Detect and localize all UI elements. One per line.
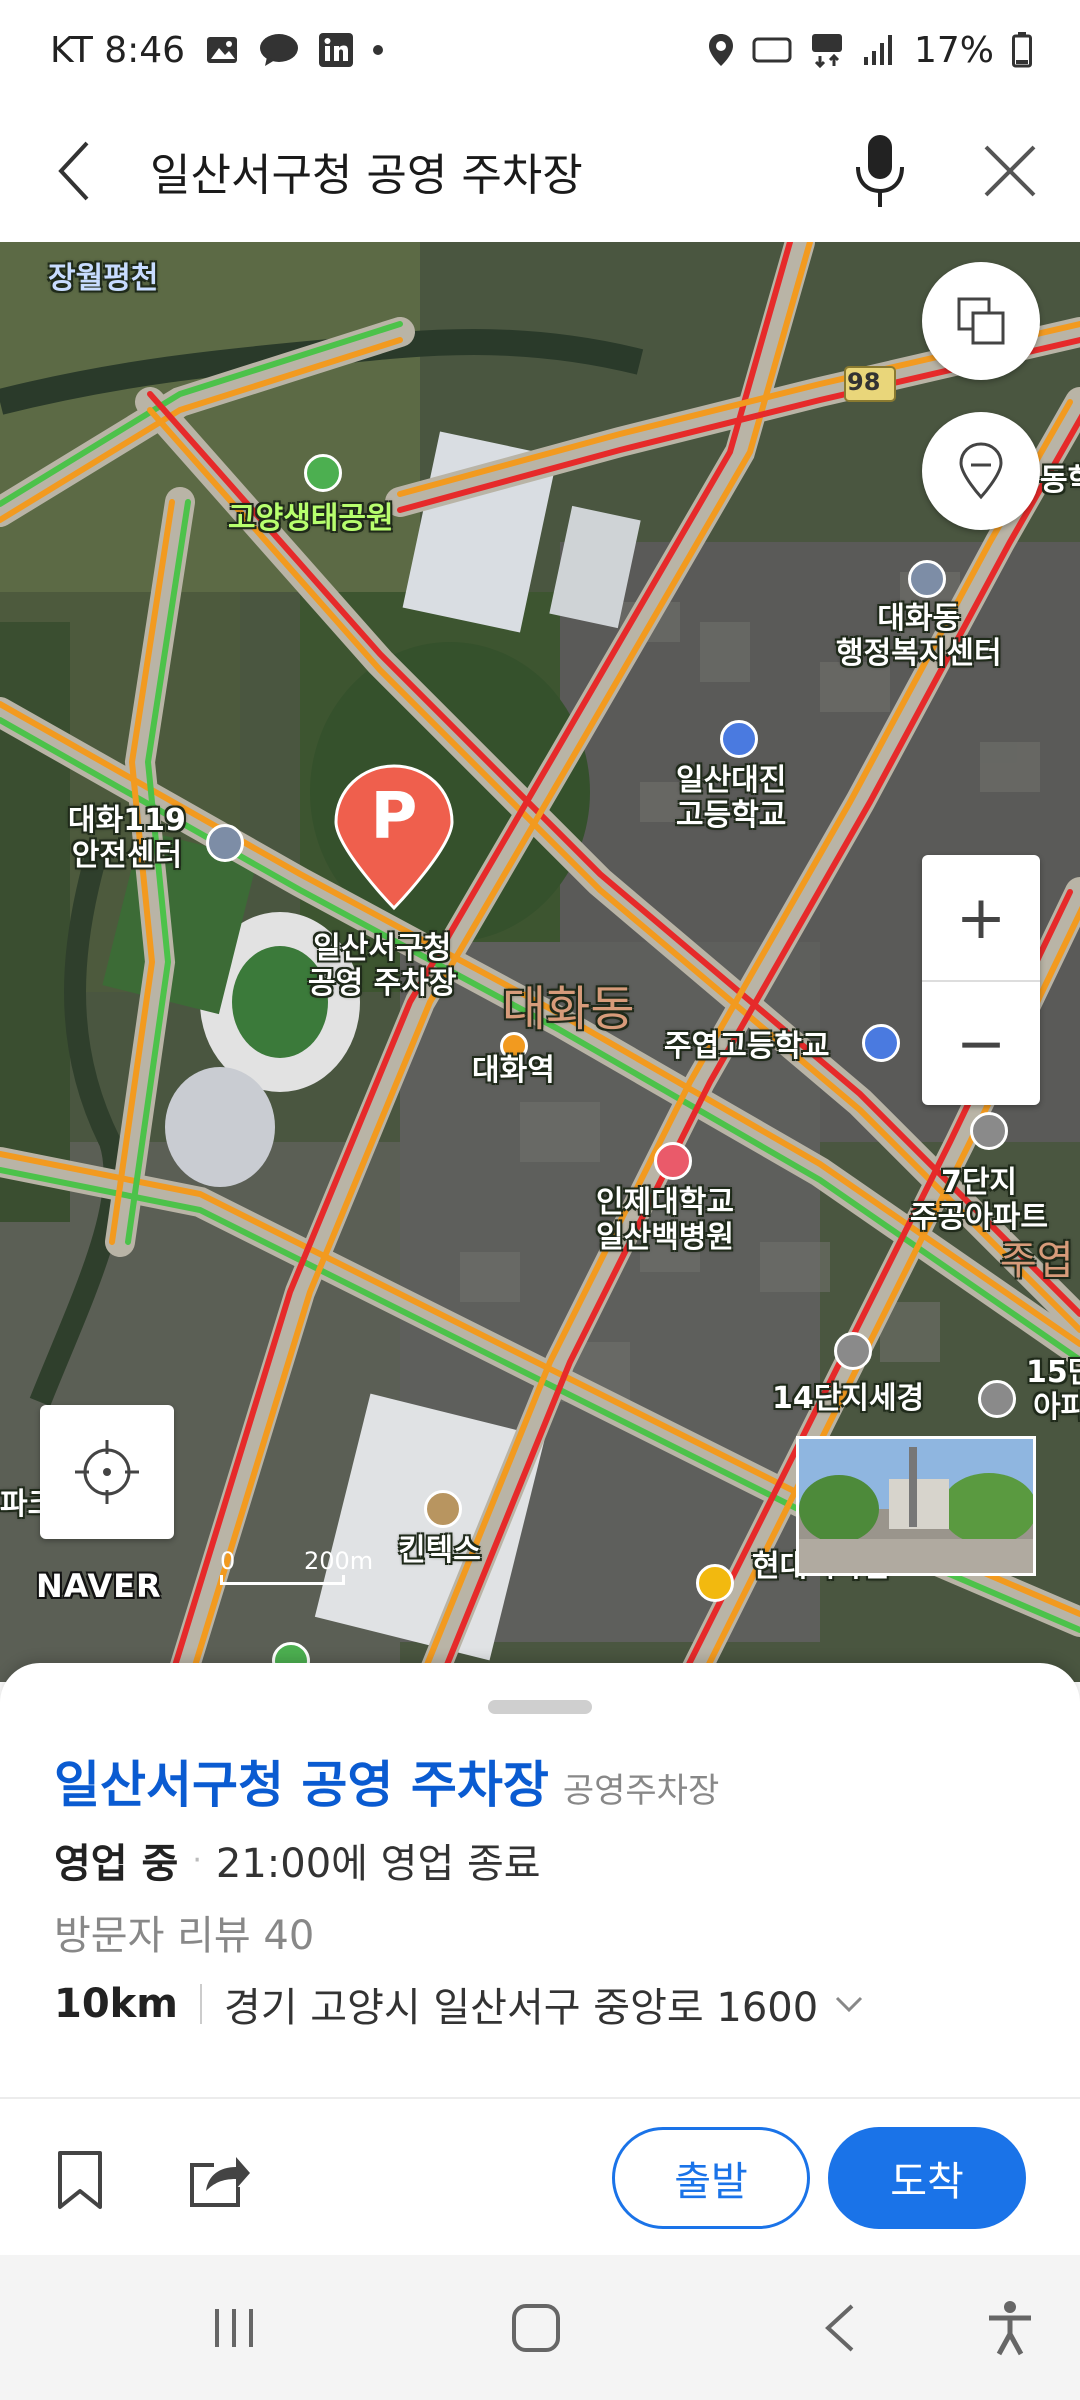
- place-name[interactable]: 일산서구청 공영 주차장: [54, 1745, 549, 1817]
- map-label-parking[interactable]: 일산서구청 공영 주차장: [308, 931, 456, 1001]
- recent-apps-icon: [215, 2308, 253, 2347]
- signal-icon: [862, 33, 896, 67]
- street-view-image: [799, 1439, 1033, 1573]
- current-location-button[interactable]: [40, 1405, 174, 1539]
- map-label-ecopark[interactable]: 고양생태공원: [228, 501, 394, 537]
- action-bar: 출발 도착: [0, 2099, 1080, 2255]
- layers-icon: [957, 297, 1005, 345]
- map-label-jangwol: 장월평천: [48, 261, 159, 296]
- back-arrow-icon: [58, 141, 89, 201]
- map-label-ilsan-hs[interactable]: 일산대진 고등학교: [676, 763, 786, 833]
- map-label-station[interactable]: 대화역: [472, 1053, 555, 1089]
- map-label-fire-station[interactable]: 대화119 안전센터: [68, 803, 186, 873]
- map-label-vocational-hs[interactable]: 주엽고등학교: [664, 1029, 830, 1065]
- parking-pin-letter: P: [370, 780, 418, 854]
- parking-marker[interactable]: P: [332, 762, 456, 912]
- chevron-down-icon[interactable]: [834, 1994, 864, 2014]
- address-row[interactable]: 10km 경기 고양시 일산서구 중앙로 1600: [54, 1975, 864, 2033]
- microphone-icon: [856, 135, 904, 207]
- close-icon: [984, 145, 1036, 197]
- map-view[interactable]: 98 장월평천 고양생태공원 대화동 행정복지센터 일산대진 고등학교 대화11…: [0, 242, 1080, 1682]
- share-button[interactable]: [188, 2149, 258, 2213]
- system-back-button[interactable]: [770, 2255, 910, 2400]
- map-label-partial-right-2: 주엽: [1000, 1238, 1074, 1284]
- battery-percent: 17%: [913, 29, 994, 71]
- street-view-thumbnail[interactable]: [796, 1436, 1036, 1576]
- closing-time: 21:00에 영업 종료: [215, 1841, 541, 1887]
- distance: 10km: [54, 1981, 178, 2027]
- hours-separator: ·: [192, 1842, 202, 1878]
- crosshair-icon: [75, 1440, 139, 1504]
- home-button[interactable]: [466, 2255, 606, 2400]
- talk-icon: [259, 33, 299, 67]
- scale-distance-label: 200m: [304, 1547, 374, 1575]
- arrive-button[interactable]: 도착: [828, 2127, 1026, 2229]
- accessibility-button[interactable]: [940, 2255, 1080, 2400]
- map-layers-button[interactable]: [922, 262, 1040, 380]
- apartment-poi-icon-3[interactable]: [978, 1380, 1016, 1418]
- naver-logo: NAVER: [36, 1567, 162, 1605]
- battery-icon: [1012, 32, 1032, 68]
- shopping-poi-icon[interactable]: [696, 1564, 734, 1602]
- zoom-controls: + −: [922, 855, 1040, 1105]
- government-poi-icon[interactable]: [908, 560, 946, 598]
- around-me-button[interactable]: [922, 412, 1040, 530]
- map-label-partial-right-3: 15단 아파: [1026, 1355, 1080, 1425]
- recent-apps-button[interactable]: [164, 2255, 304, 2400]
- place-title-row: 일산서구청 공영 주차장 공영주차장: [54, 1745, 719, 1817]
- map-label-daehwa-office[interactable]: 대화동 행정복지센터: [836, 601, 1002, 671]
- status-time: KT 8:46: [50, 29, 186, 71]
- home-icon: [512, 2303, 560, 2352]
- sheet-drag-handle[interactable]: [488, 1700, 592, 1714]
- apartment-poi-icon-2[interactable]: [834, 1332, 872, 1370]
- visitor-reviews[interactable]: 방문자 리뷰 40: [54, 1903, 314, 1961]
- back-chevron-icon: [825, 2304, 854, 2351]
- school-poi-icon[interactable]: [720, 720, 758, 758]
- business-hours-row[interactable]: 영업 중 · 21:00에 영업 종료: [54, 1831, 541, 1889]
- depart-button[interactable]: 출발: [612, 2127, 810, 2229]
- hospital-poi-icon[interactable]: [654, 1142, 692, 1180]
- place-pin-icon: [959, 442, 1003, 500]
- map-label-apt14[interactable]: 14단지세경: [772, 1381, 924, 1417]
- system-nav-bar: [0, 2255, 1080, 2400]
- voice-search-button[interactable]: [820, 100, 940, 242]
- address-divider: [199, 1984, 202, 2024]
- bookmark-icon: [58, 2151, 102, 2209]
- search-header: 일산서구청 공영 주차장: [0, 100, 1080, 242]
- apartment-poi-icon[interactable]: [970, 1112, 1008, 1150]
- school-poi-icon-2[interactable]: [862, 1024, 900, 1062]
- zoom-out-button[interactable]: −: [922, 980, 1040, 1105]
- park-poi-icon[interactable]: [304, 454, 342, 492]
- map-label-hospital[interactable]: 인제대학교 일산백병원: [596, 1185, 734, 1255]
- map-label-apt7[interactable]: 7단지 주공아파트: [910, 1165, 1048, 1235]
- map-label-partial-right-1: 동학: [1040, 463, 1080, 498]
- accessibility-icon: [989, 2300, 1031, 2355]
- road-98-label: 98: [847, 368, 881, 396]
- back-button[interactable]: [0, 100, 150, 242]
- gallery-icon: [205, 35, 239, 65]
- hd-voice-icon: [752, 35, 792, 65]
- location-icon: [708, 33, 734, 67]
- status-bar: KT 8:46 17%: [0, 0, 1080, 100]
- place-category: 공영주차장: [562, 1771, 720, 1811]
- address-text: 경기 고양시 일산서구 중앙로 1600: [223, 1985, 819, 2031]
- scale-zero-label: 0: [220, 1547, 236, 1575]
- place-bottom-sheet: 일산서구청 공영 주차장 공영주차장 영업 중 · 21:00에 영업 종료 방…: [0, 1663, 1080, 2255]
- zoom-in-button[interactable]: +: [922, 855, 1040, 980]
- fire-station-poi-icon[interactable]: [206, 824, 244, 862]
- share-icon: [190, 2157, 250, 2207]
- clear-search-button[interactable]: [940, 100, 1080, 242]
- linkedin-icon: [319, 33, 354, 67]
- map-label-district: 대화동: [502, 981, 635, 1037]
- notification-dot-icon: [373, 45, 384, 55]
- open-status: 영업 중: [54, 1841, 179, 1887]
- scale-bar: [220, 1575, 345, 1585]
- map-scale: 0 200m: [220, 1547, 373, 1585]
- map-label-kintex[interactable]: 킨텍스: [398, 1533, 481, 1569]
- save-button[interactable]: [54, 2149, 114, 2213]
- exhibition-poi-icon[interactable]: [424, 1490, 462, 1528]
- 5g-network-icon: [810, 32, 844, 68]
- search-input[interactable]: 일산서구청 공영 주차장: [150, 139, 820, 203]
